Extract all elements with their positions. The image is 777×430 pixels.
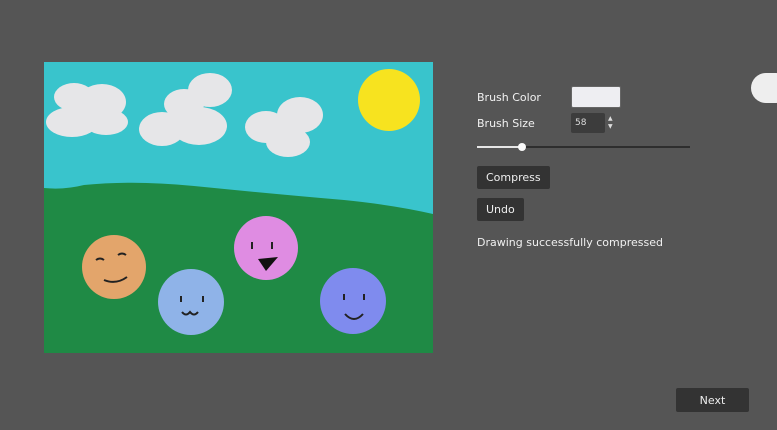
brush-color-picker[interactable] (571, 86, 621, 108)
undo-button[interactable]: Undo (477, 198, 524, 221)
spin-up-icon[interactable]: ▲ (608, 115, 613, 123)
brush-size-input[interactable]: 58 (571, 113, 605, 133)
status-message: Drawing successfully compressed (477, 236, 663, 249)
compress-button[interactable]: Compress (477, 166, 550, 189)
next-button[interactable]: Next (676, 388, 749, 412)
spin-down-icon[interactable]: ▼ (608, 123, 613, 131)
brush-size-slider[interactable] (477, 140, 690, 154)
face-periwinkle (320, 268, 386, 334)
drawing-canvas[interactable] (44, 62, 433, 353)
toggle-switch[interactable] (751, 73, 777, 103)
slider-thumb[interactable] (517, 143, 526, 151)
brush-size-row: Brush Size 58 ▲ ▼ (477, 110, 697, 136)
face-blue (158, 269, 224, 335)
sun (358, 69, 420, 131)
face-orange (82, 235, 146, 299)
brush-controls: Brush Color Brush Size 58 ▲ ▼ Compress U… (477, 84, 697, 249)
face-pink (234, 216, 298, 280)
cloud-1 (46, 83, 128, 137)
brush-color-label: Brush Color (477, 90, 541, 104)
slider-fill (477, 146, 522, 148)
brush-size-spinner[interactable]: ▲ ▼ (608, 115, 613, 131)
brush-color-row: Brush Color (477, 84, 697, 110)
brush-size-label: Brush Size (477, 116, 535, 130)
